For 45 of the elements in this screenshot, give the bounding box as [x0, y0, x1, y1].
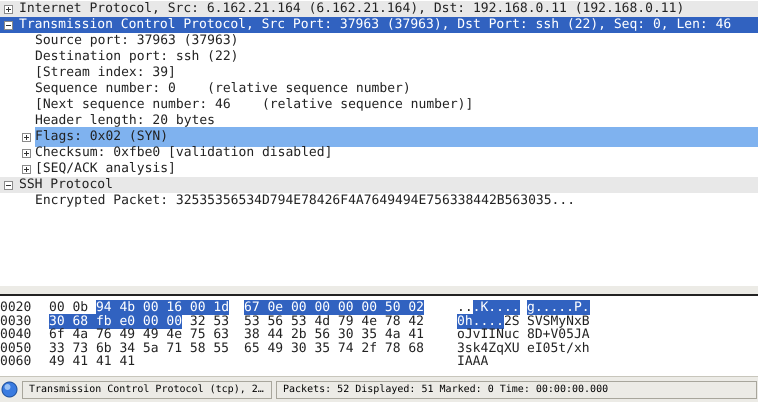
byte-text: .K....	[472, 300, 520, 315]
expand-icon[interactable]	[22, 132, 31, 142]
byte-text: 94 4b 00 16 00 1d	[96, 300, 230, 315]
byte-text: 00 0b	[49, 300, 88, 315]
offset-text: 0050	[0, 342, 32, 355]
byte-text: 2S	[504, 314, 520, 328]
byte-text: 33 73 6b 34 5a 71 58 55	[49, 340, 230, 356]
tree-row[interactable]: Transmission Control Protocol, Src Port: 37963 (37963), Dst Port: ssh (22), Seq: 0, Len: 46	[0, 17, 758, 33]
byte-text: IAAA	[457, 354, 488, 369]
tree-label: SSH Protocol	[19, 176, 113, 194]
byte-text: SVSMyNxB	[527, 314, 590, 328]
byte-text: oJvIINuc	[457, 327, 520, 342]
tree-row[interactable]: Encrypted Packet: 32535356534D794E78426F4A7649494E756338442B563035...	[35, 191, 758, 211]
byte-text: 32 53	[190, 314, 230, 328]
offset-text: 0030	[0, 314, 32, 328]
collapse-icon[interactable]	[4, 180, 13, 190]
byte-text: 6f 4a 76 49 49 4e 75 63	[49, 327, 230, 342]
status-field-info: Transmission Control Protocol (tcp), 2…	[22, 380, 272, 398]
tree-row[interactable]: Flags: 0x02 (SYN)	[35, 127, 758, 147]
byte-text: 3sk4ZqXU	[457, 340, 520, 356]
byte-text: g.....P.	[527, 300, 590, 315]
byte-text: 65 49 30 35 74 2f 78 68	[244, 340, 424, 356]
status-indicator-icon[interactable]	[1, 381, 18, 398]
byte-text: 49 41 41 41	[49, 354, 136, 369]
offset-text: 0060	[0, 355, 32, 368]
byte-text: 0h....	[457, 314, 504, 328]
status-packets: Packets: 52 Displayed: 51 Marked: 0 Time: 00:00:00.000	[276, 380, 757, 398]
byte-text: 38 44 2b 56 30 35 4a 41	[244, 327, 424, 342]
tree-label: Internet Protocol, Src: 6.162.21.164 (6.162.21.164), Dst: 192.168.0.11 (192.168.0.11)	[19, 0, 684, 18]
byte-text: 8D+V05JA	[527, 327, 590, 342]
byte-text: eI05t/xh	[527, 340, 590, 356]
tree-row[interactable]: Internet Protocol, Src: 6.162.21.164 (6.162.21.164), Dst: 192.168.0.11 (192.168.0.11)	[0, 1, 758, 17]
byte-text: 67 0e 00 00 00 00 50 02	[244, 300, 424, 315]
splitter[interactable]	[0, 286, 758, 296]
byte-text: ..	[457, 300, 473, 315]
expand-icon[interactable]	[22, 164, 31, 174]
byte-text: 53 56 53 4d 79 4e 78 42	[244, 314, 424, 328]
tree-label: Transmission Control Protocol, Src Port: 37963 (37963), Dst Port: ssh (22), Seq: 0, Len: 46	[19, 16, 732, 34]
byte-text: 30 68 fb e0 00 00	[49, 314, 182, 328]
collapse-icon[interactable]	[4, 20, 13, 30]
offset-text: 0040	[0, 328, 32, 342]
offset-text: 0020	[0, 301, 32, 314]
expand-icon[interactable]	[22, 148, 31, 158]
expand-icon[interactable]	[4, 4, 13, 14]
tree-row[interactable]: SSH Protocol	[0, 177, 758, 193]
